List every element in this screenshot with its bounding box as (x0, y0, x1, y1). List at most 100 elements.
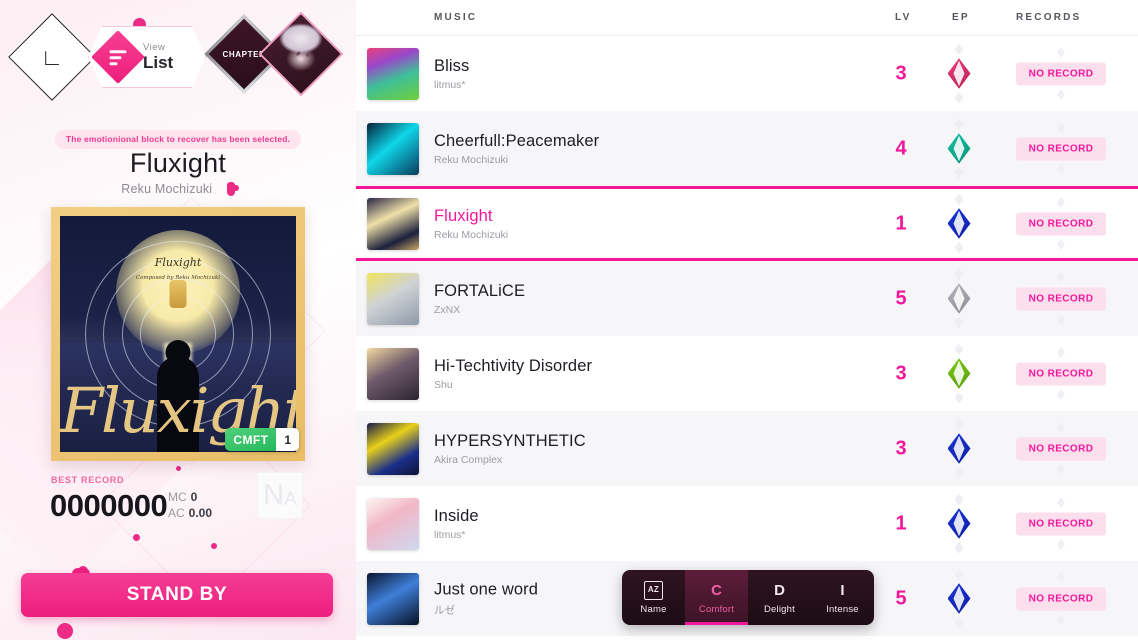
back-button[interactable]: ∟ (8, 13, 96, 101)
ep-gem-cell (942, 493, 976, 554)
song-meta: Fluxight Reku Mochizuki (434, 207, 508, 241)
diamond-shine (953, 135, 965, 162)
song-thumbnail (367, 197, 419, 250)
cmft-badge: CMFT 1 (225, 428, 299, 451)
view-list-sublabel: View (143, 41, 166, 53)
rank-badge: NA (257, 472, 303, 519)
best-record-score: 0000000 (50, 488, 168, 523)
ep-gem-cell (942, 268, 976, 329)
song-thumbnail (367, 272, 419, 325)
song-meta: FORTALiCE ZxNX (434, 282, 525, 316)
mc-value: 0 (190, 490, 198, 504)
song-artist-row: Reku Mochizuki (0, 180, 356, 198)
song-artist: litmus* (434, 528, 466, 541)
diamond-icon (947, 508, 971, 539)
song-thumbnail (367, 422, 419, 475)
table-row[interactable]: Fluxight Reku Mochizuki 1 NO RECORD (356, 186, 1138, 261)
decor-dot (57, 623, 73, 639)
song-title: Inside (434, 506, 479, 525)
song-artist: Reku Mochizuki (434, 153, 509, 166)
mini-diamond-icon (1057, 539, 1065, 550)
filter-tab-label: Intense (826, 603, 859, 615)
table-row[interactable]: FORTALiCE ZxNX 5 NO RECORD (356, 261, 1138, 336)
song-meta: Cheerfull:Peacemaker Reku Mochizuki (434, 132, 599, 166)
column-header-music: MUSIC (434, 12, 478, 23)
view-list-button[interactable]: View List (88, 26, 206, 88)
status-badge: NO RECORD (1015, 62, 1107, 85)
view-list-label: List (143, 53, 174, 73)
filter-tab-label: Name (640, 603, 667, 615)
records-cell: NO RECORD (996, 47, 1126, 100)
mini-diamond-icon (954, 568, 964, 581)
mini-diamond-icon (954, 91, 964, 104)
song-meta: Hi-Techtivity Disorder Shu (434, 357, 592, 391)
song-artist: Shu (434, 378, 453, 391)
mini-diamond-icon (954, 268, 964, 281)
filter-tab-label: Delight (764, 603, 795, 615)
character-avatar[interactable] (258, 11, 344, 97)
records-cell: NO RECORD (996, 497, 1126, 550)
filter-name-icon: AZ (644, 580, 663, 600)
status-badge: NO RECORD (1015, 362, 1107, 385)
song-artist: ZxNX (434, 303, 461, 316)
level-value: 3 (895, 62, 907, 84)
diamond-icon (947, 358, 971, 389)
table-row[interactable]: Hi-Techtivity Disorder Shu 3 NO RECORD (356, 336, 1138, 411)
column-header-lv: LV (895, 12, 912, 23)
rank-primary: N (263, 479, 285, 511)
mini-diamond-icon (1057, 272, 1065, 283)
filter-tab-intense[interactable]: I Intense (811, 570, 874, 625)
ac-metric: AC 0.00 (168, 506, 212, 520)
table-row[interactable]: Cheerfull:Peacemaker Reku Mochizuki 4 NO RE… (356, 111, 1138, 186)
jacket-title: Fluxight (154, 256, 202, 270)
mini-diamond-icon (954, 241, 964, 254)
column-header-records: RECORDS (1016, 12, 1082, 23)
album-art: Fluxight Composed by Reku Mochizuki Flux… (60, 216, 296, 452)
decor-dot (133, 534, 140, 541)
diamond-icon (947, 583, 971, 614)
song-meta: HYPERSYNTHETIC Akira Complex (434, 432, 586, 466)
mini-diamond-icon (1057, 122, 1065, 133)
ep-gem-cell (942, 193, 976, 254)
mini-diamond-icon (1057, 89, 1065, 100)
filter-tab-comfort[interactable]: C Comfort (685, 570, 748, 625)
level-value: 3 (895, 362, 907, 384)
sort-filter-bar[interactable]: AZ Name C Comfort D Delight I Intense (622, 570, 874, 625)
mini-diamond-icon (954, 166, 964, 179)
status-badge: NO RECORD (1015, 587, 1107, 610)
filter-tab-delight[interactable]: D Delight (748, 570, 811, 625)
mini-diamond-icon (1057, 614, 1065, 625)
level-value: 4 (895, 137, 907, 159)
rank-secondary: A (284, 489, 297, 510)
song-thumbnail (367, 572, 419, 625)
level-value: 5 (895, 587, 907, 609)
mini-diamond-icon (1057, 197, 1065, 208)
diamond-icon (947, 208, 971, 239)
filter-tab-name[interactable]: AZ Name (622, 570, 685, 625)
jacket-subtitle: Composed by Reku Mochizuki (135, 275, 221, 281)
mini-diamond-icon (1057, 164, 1065, 175)
album-jacket[interactable]: Fluxight Composed by Reku Mochizuki Flux… (51, 207, 305, 461)
ac-value: 0.00 (188, 506, 213, 520)
records-cell: NO RECORD (996, 422, 1126, 475)
mini-diamond-icon (954, 316, 964, 329)
stand-by-button[interactable]: STAND BY (21, 573, 333, 617)
table-row[interactable]: HYPERSYNTHETIC Akira Complex 3 NO RECORD (356, 411, 1138, 486)
diamond-shine (953, 435, 965, 462)
song-title: Hi-Techtivity Disorder (434, 356, 593, 375)
music-list-panel[interactable]: MUSIC LV EP RECORDS Bliss litmus* 3 NO RECO… (356, 0, 1138, 640)
mini-diamond-icon (954, 193, 964, 206)
song-title: FORTALiCE (434, 281, 526, 300)
table-row[interactable]: Inside litmus* 1 NO RECORD (356, 486, 1138, 561)
song-list[interactable]: Bliss litmus* 3 NO RECORD Cheerfull:Peacemak… (356, 36, 1138, 636)
mini-diamond-icon (1057, 422, 1065, 433)
table-row[interactable]: Bliss litmus* 3 NO RECORD (356, 36, 1138, 111)
status-badge: NO RECORD (1015, 137, 1107, 160)
list-header: MUSIC LV EP RECORDS (356, 0, 1138, 36)
mini-diamond-icon (954, 118, 964, 131)
status-badge: NO RECORD (1015, 512, 1107, 535)
song-title: Just one word (434, 580, 539, 598)
records-cell: NO RECORD (996, 197, 1126, 250)
song-detail-panel: ∟ View List CHAPTER The emotionional blo… (0, 0, 356, 640)
mini-diamond-icon (954, 616, 964, 629)
